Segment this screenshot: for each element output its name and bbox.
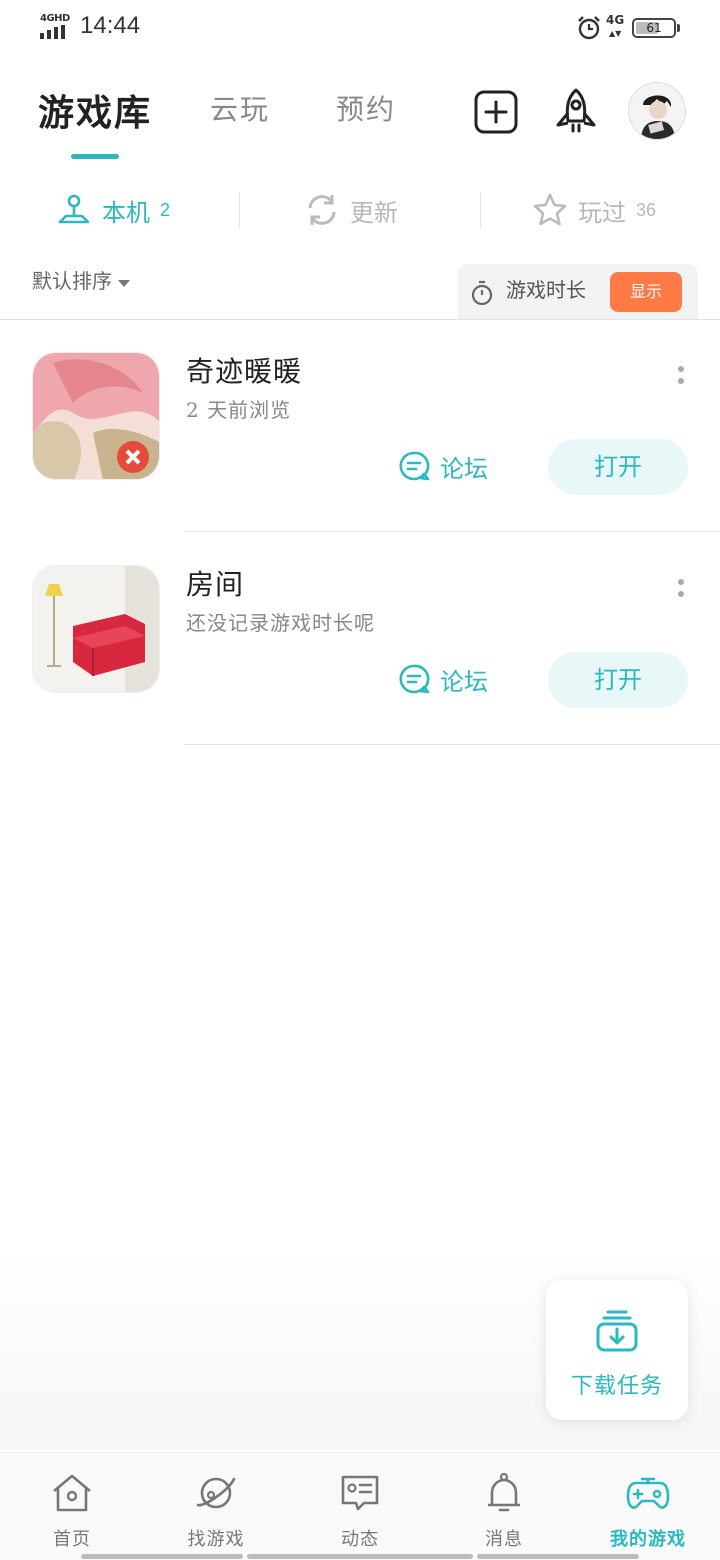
status-time: 14:44 <box>80 12 141 39</box>
game-item[interactable]: 房间 还没记录游戏时长呢 论坛 打开 <box>0 533 720 745</box>
nav-my-games[interactable]: 我的游戏 <box>593 1469 703 1550</box>
refresh-icon <box>308 195 336 225</box>
active-tab-indicator <box>71 154 119 159</box>
subtab-local[interactable]: 本机 2 <box>56 180 170 240</box>
feed-icon <box>341 1475 379 1511</box>
forum-label: 论坛 <box>440 454 488 483</box>
subtab-played[interactable]: 玩过 36 <box>532 180 656 240</box>
joystick-icon <box>58 194 90 224</box>
user-avatar[interactable] <box>628 82 686 140</box>
battery-level: 61 <box>646 21 662 35</box>
nav-messages[interactable]: 消息 <box>449 1469 559 1550</box>
star-icon <box>533 193 567 226</box>
planet-icon <box>196 1477 236 1509</box>
playtime-toggle: 游戏时长 显示 <box>458 264 698 320</box>
nav-home-label: 首页 <box>53 1529 91 1550</box>
forum-button[interactable]: 论坛 <box>398 651 488 707</box>
sort-dropdown[interactable]: 默认排序 <box>32 265 130 294</box>
open-game-button[interactable]: 打开 <box>548 652 688 708</box>
subtab-update[interactable]: 更新 <box>304 180 398 240</box>
gesture-bar <box>477 1554 639 1559</box>
bell-icon <box>488 1472 520 1512</box>
show-playtime-button[interactable]: 显示 <box>610 272 682 312</box>
nav-find-games-label: 找游戏 <box>187 1529 245 1550</box>
forum-icon <box>399 664 430 694</box>
game-subtitle: 还没记录游戏时长呢 <box>186 611 375 635</box>
playtime-label: 游戏时长 <box>506 278 586 302</box>
status-bar: 4GHD 14:44 4G ▲▼ 61 <box>0 0 720 56</box>
network-tag: 4GHD <box>40 13 70 24</box>
download-tray-icon <box>596 1310 638 1352</box>
open-game-button[interactable]: 打开 <box>548 439 688 495</box>
stopwatch-icon <box>471 280 493 306</box>
subtab-played-label: 玩过 <box>578 198 626 227</box>
game-title: 房间 <box>186 568 245 601</box>
home-icon <box>53 1474 91 1512</box>
nav-feed[interactable]: 动态 <box>305 1469 415 1550</box>
tab-game-library[interactable]: 游戏库 <box>38 84 152 136</box>
tab-cloud-play[interactable]: 云玩 <box>210 88 270 128</box>
gesture-bar <box>81 1554 243 1559</box>
nav-my-games-label: 我的游戏 <box>610 1529 686 1550</box>
gamepad-icon <box>626 1477 670 1509</box>
nav-feed-label: 动态 <box>341 1529 379 1550</box>
gesture-bar <box>247 1554 473 1559</box>
game-title: 奇迹暖暖 <box>186 355 303 388</box>
alarm-icon <box>578 16 600 40</box>
subtab-played-count: 36 <box>636 199 657 220</box>
tab-reservation[interactable]: 预约 <box>336 88 396 128</box>
forum-label: 论坛 <box>440 667 488 696</box>
download-tasks-label: 下载任务 <box>570 1374 663 1399</box>
forum-icon <box>399 451 430 481</box>
avatar-image <box>629 83 685 139</box>
subtab-update-label: 更新 <box>350 198 398 227</box>
battery-icon: 61 <box>632 18 676 38</box>
rocket-icon <box>556 88 596 133</box>
signal-icon: 4GHD <box>38 13 72 39</box>
sub-tabs: 本机 2 更新 玩过 36 <box>0 180 720 240</box>
add-square-icon <box>474 90 518 134</box>
bottom-nav: 首页 找游戏 动态 消息 我的游戏 <box>0 1452 720 1560</box>
nav-messages-label: 消息 <box>485 1529 523 1550</box>
divider <box>184 531 720 532</box>
network-4g-icon: 4G ▲▼ <box>606 13 625 38</box>
game-item[interactable]: 奇迹暖暖 2 天前浏览 论坛 打开 <box>0 320 720 532</box>
divider <box>184 744 720 745</box>
sort-label: 默认排序 <box>32 269 112 293</box>
subtab-local-count: 2 <box>160 199 171 220</box>
download-tasks-button[interactable]: 下载任务 <box>546 1280 688 1420</box>
game-subtitle: 2 天前浏览 <box>186 398 292 422</box>
accelerate-button[interactable] <box>550 86 602 138</box>
add-game-button[interactable] <box>470 86 522 138</box>
game-icon-room[interactable] <box>32 565 160 693</box>
more-options-icon[interactable] <box>672 577 688 607</box>
nav-find-games[interactable]: 找游戏 <box>161 1469 271 1550</box>
caret-down-icon <box>118 280 130 287</box>
subtab-local-label: 本机 <box>102 198 150 227</box>
more-options-icon[interactable] <box>672 364 688 394</box>
game-icon-miracle-nikki[interactable] <box>32 352 160 480</box>
nav-home[interactable]: 首页 <box>17 1469 127 1550</box>
top-header: 游戏库 云玩 预约 <box>0 70 720 160</box>
forum-button[interactable]: 论坛 <box>398 438 488 494</box>
